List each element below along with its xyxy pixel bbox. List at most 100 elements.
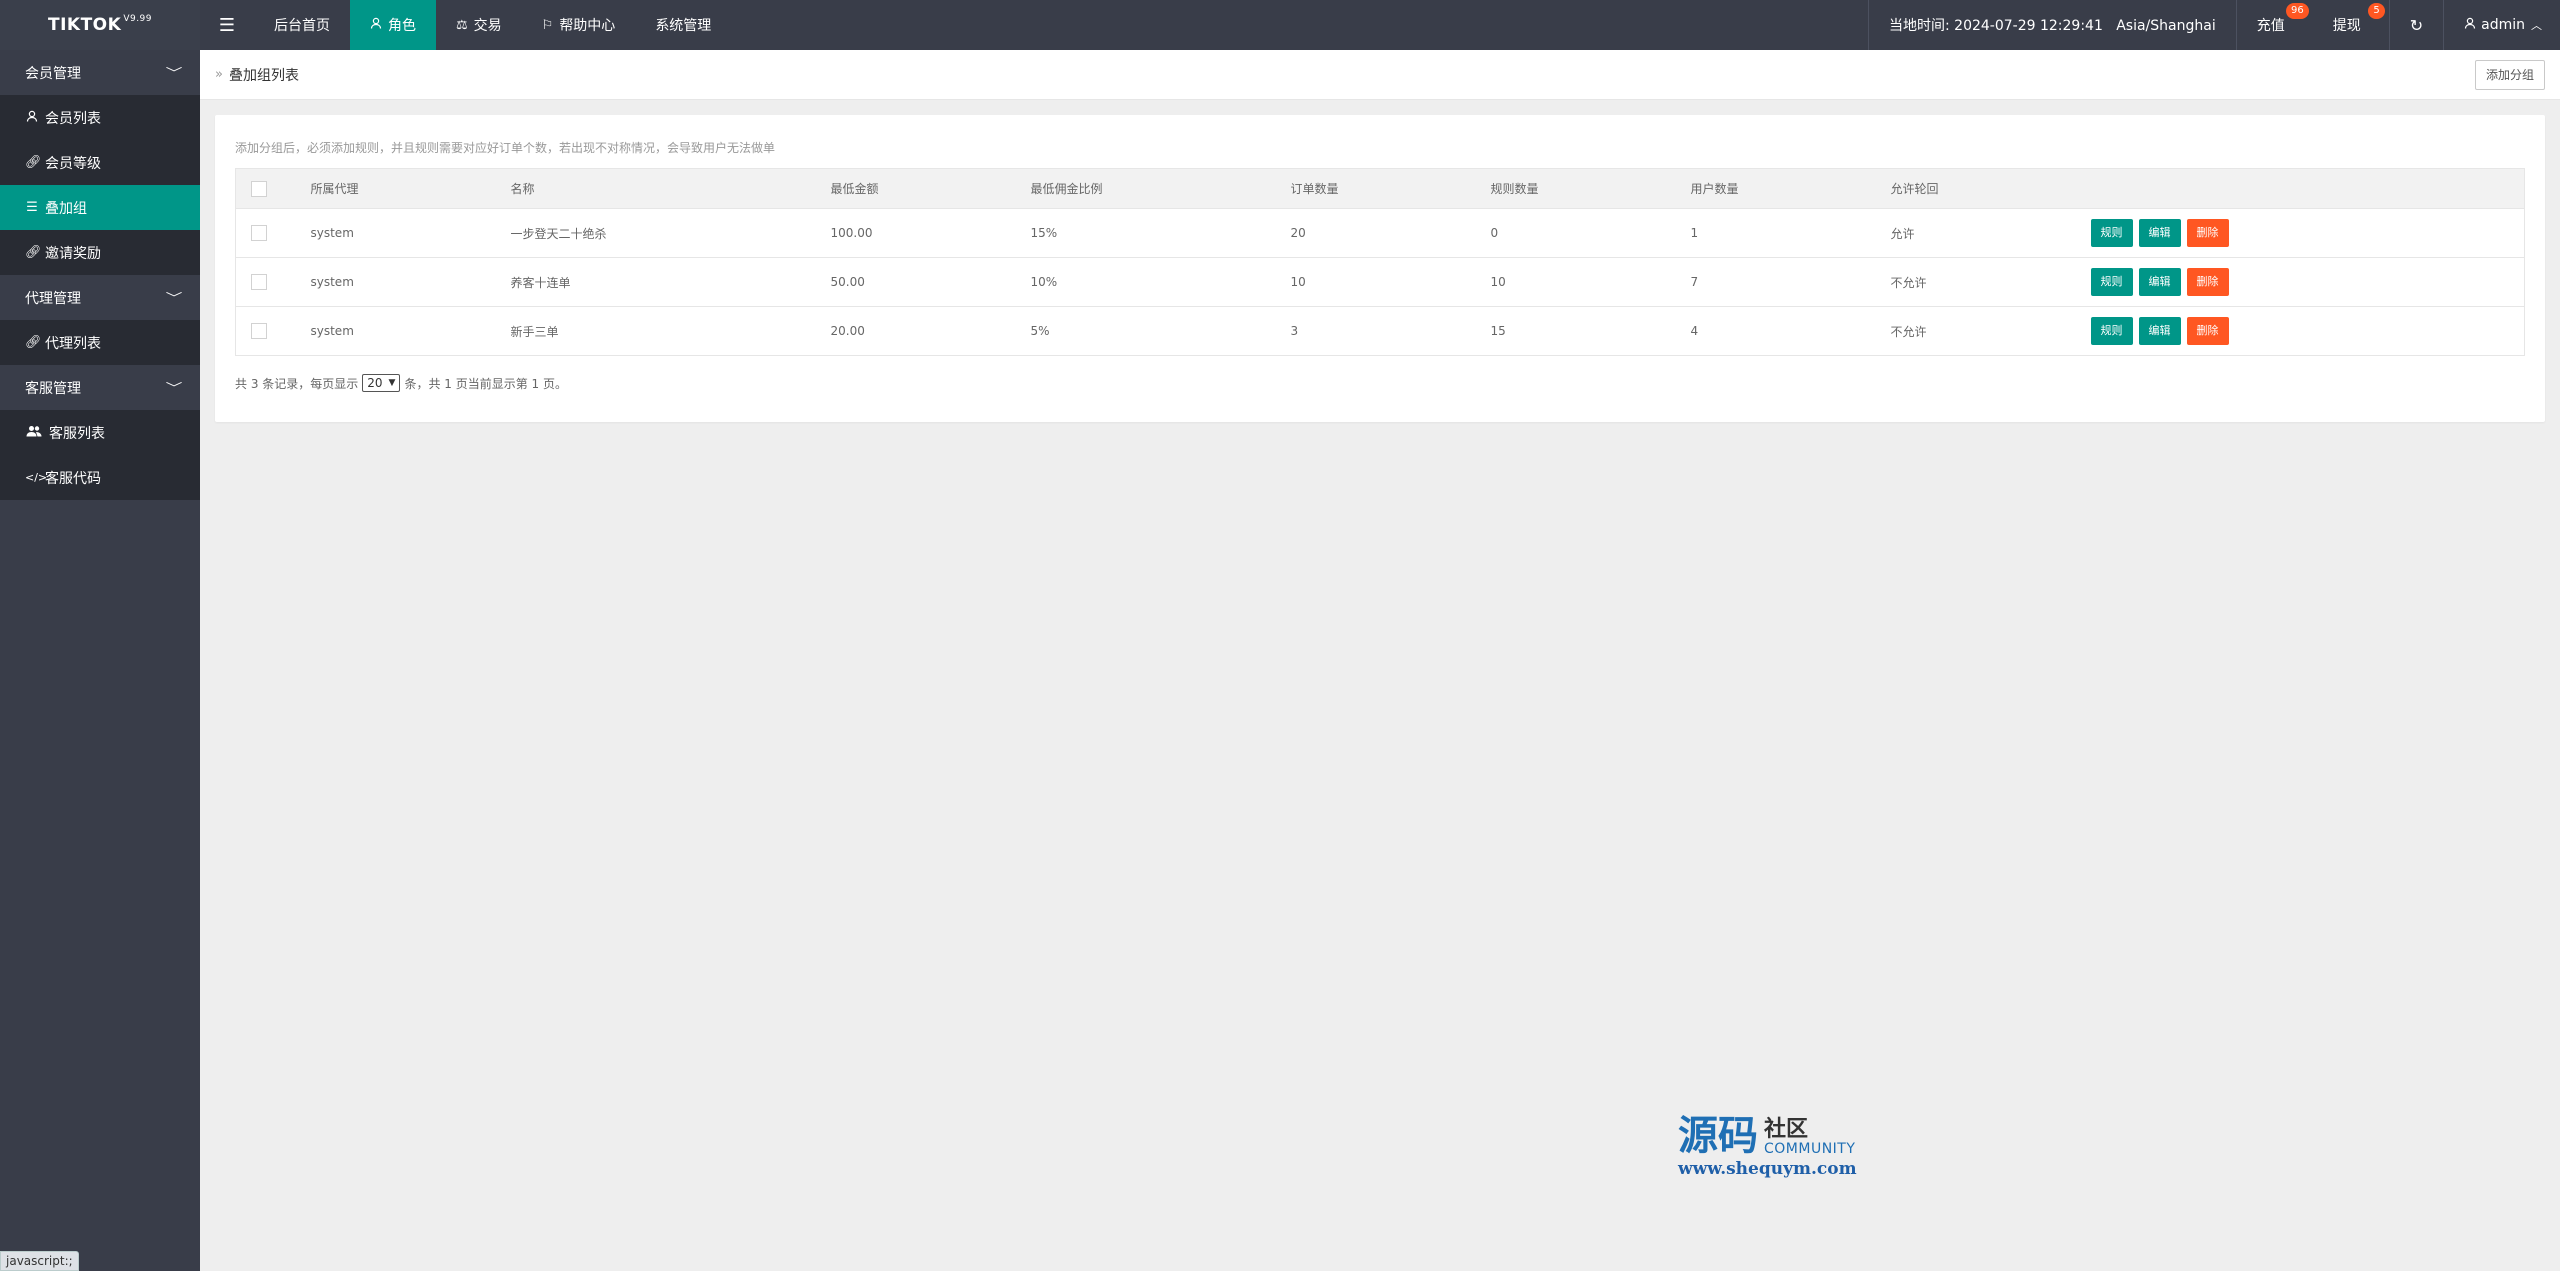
watermark-logo: 源码 社区 COMMUNITY www.shequym.com (1678, 1115, 1878, 1179)
list-icon: ☰ (26, 200, 38, 215)
pagination: 共 3 条记录，每页显示 20 ▼ 条，共 1 页当前显示第 1 页。 (235, 374, 2525, 392)
sidebar-group-member[interactable]: 会员管理 ﹀ (0, 50, 200, 95)
cell-user-count: 4 (1675, 306, 1876, 356)
rules-button[interactable]: 规则 (2090, 219, 2133, 247)
row-checkbox[interactable] (251, 323, 267, 339)
cell-rule-count: 10 (1475, 257, 1676, 307)
refresh-icon: ↻ (2409, 15, 2424, 35)
user-menu[interactable]: admin ︿ (2443, 0, 2560, 50)
cell-order-count: 3 (1275, 306, 1476, 356)
row-checkbox[interactable] (251, 274, 267, 290)
users-icon (25, 425, 43, 441)
app-logo[interactable]: TIKTOK V9.99 (0, 0, 200, 50)
col-order-count: 订单数量 (1275, 168, 1476, 209)
rules-button[interactable]: 规则 (2090, 268, 2133, 296)
watermark-small-text: 社区 (1764, 1117, 1809, 1142)
flag-icon: ⚐ (541, 17, 554, 33)
page-title: 叠加组列表 (228, 67, 299, 84)
cell-allow-loop: 允许 (1875, 208, 2076, 258)
edit-button[interactable]: 编辑 (2138, 268, 2181, 296)
breadcrumb: » 叠加组列表 添加分组 (200, 50, 2560, 100)
cell-name: 养客十连单 (495, 257, 816, 307)
delete-button[interactable]: 删除 (2186, 317, 2229, 345)
user-icon (25, 110, 39, 126)
edit-button[interactable]: 编辑 (2138, 317, 2181, 345)
sidebar-item-service-code[interactable]: </> 客服代码 (0, 455, 200, 500)
notice-text: 添加分组后，必须添加规则，并且规则需要对应好订单个数，若出现不对称情况，会导致用… (235, 141, 776, 155)
col-actions (2075, 168, 2525, 209)
cell-rule-count: 0 (1475, 208, 1676, 258)
chevron-down-icon: ﹀ (165, 291, 183, 305)
sidebar-item-service-list[interactable]: 客服列表 (0, 410, 200, 455)
chevron-down-icon: ﹀ (165, 66, 183, 80)
pager-prefix: 共 3 条记录，每页显示 (235, 376, 359, 391)
col-name: 名称 (495, 168, 816, 209)
nav-system[interactable]: 系统管理 (635, 0, 731, 50)
rules-button[interactable]: 规则 (2090, 317, 2133, 345)
withdraw-link[interactable]: 提现 5 (2313, 0, 2389, 50)
sidebar: 会员管理 ﹀ 会员列表 🔗︎ 会员等级 ☰ 叠加组 🔗︎ 邀请奖励 代理管理 ﹀ 🔗︎ 代理… (0, 50, 200, 1271)
add-group-button[interactable]: 添加分组 (2474, 59, 2545, 90)
user-icon (370, 17, 382, 33)
col-agent: 所属代理 (295, 168, 496, 209)
sidebar-group-agent[interactable]: 代理管理 ﹀ (0, 275, 200, 320)
link-icon: 🔗︎ (25, 335, 42, 350)
sidebar-item-member-level[interactable]: 🔗︎ 会员等级 (0, 140, 200, 185)
cell-min-commission: 10% (1015, 257, 1276, 307)
cell-min-amount: 50.00 (815, 257, 1016, 307)
recharge-link[interactable]: 充值 96 (2235, 0, 2313, 50)
cell-name: 一步登天二十绝杀 (495, 208, 816, 258)
col-rule-count: 规则数量 (1475, 168, 1676, 209)
cell-min-amount: 20.00 (815, 306, 1016, 356)
cell-agent: system (295, 306, 496, 356)
recharge-badge: 96 (2285, 3, 2309, 19)
pager-suffix: 条，共 1 页当前显示第 1 页。 (404, 376, 567, 391)
code-icon: </> (25, 471, 48, 484)
refresh-button[interactable]: ↻ (2388, 0, 2443, 50)
nav-role[interactable]: 角色 (350, 0, 436, 50)
delete-button[interactable]: 删除 (2186, 268, 2229, 296)
nav-home[interactable]: 后台首页 (254, 0, 350, 50)
main-content: » 叠加组列表 添加分组 添加分组后，必须添加规则，并且规则需要对应好订单个数，… (200, 50, 2560, 1271)
col-allow-loop: 允许轮回 (1875, 168, 2076, 209)
edit-button[interactable]: 编辑 (2138, 219, 2181, 247)
chevron-down-icon: ﹀ (165, 381, 183, 395)
col-min-amount: 最低金额 (815, 168, 1016, 209)
col-user-count: 用户数量 (1675, 168, 1876, 209)
group-table: 所属代理 名称 最低金额 最低佣金比例 订单数量 规则数量 用户数量 允许轮回 … (235, 168, 2525, 356)
menu-toggle-button[interactable]: ☰ (200, 0, 254, 50)
sidebar-item-overlay-group[interactable]: ☰ 叠加组 (0, 185, 200, 230)
row-select-cell (235, 257, 296, 307)
table-row: system 新手三单 20.00 5% 3 15 4 不允许 规则 编辑 删除 (235, 306, 2525, 356)
watermark-url: www.shequym.com (1678, 1159, 1857, 1179)
local-time: 当地时间: 2024-07-29 12:29:41 Asia/Shanghai (1868, 0, 2236, 50)
cell-actions: 规则 编辑 删除 (2075, 306, 2525, 356)
cell-actions: 规则 编辑 删除 (2075, 208, 2525, 258)
cell-allow-loop: 不允许 (1875, 306, 2076, 356)
sidebar-item-member-list[interactable]: 会员列表 (0, 95, 200, 140)
row-checkbox[interactable] (251, 225, 267, 241)
cell-rule-count: 15 (1475, 306, 1676, 356)
sidebar-group-service[interactable]: 客服管理 ﹀ (0, 365, 200, 410)
withdraw-badge: 5 (2368, 3, 2385, 19)
chevron-down-icon: ▼ (388, 378, 396, 388)
sidebar-item-agent-list[interactable]: 🔗︎ 代理列表 (0, 320, 200, 365)
row-select-cell (235, 208, 296, 258)
cell-min-amount: 100.00 (815, 208, 1016, 258)
link-icon: 🔗︎ (25, 155, 42, 170)
delete-button[interactable]: 删除 (2186, 219, 2229, 247)
select-all-checkbox[interactable] (251, 180, 267, 197)
double-chevron-right-icon: » (215, 67, 223, 82)
nav-trade[interactable]: ⚖ 交易 (436, 0, 522, 50)
cell-order-count: 20 (1275, 208, 1476, 258)
scale-icon: ⚖ (456, 17, 468, 33)
cell-agent: system (295, 208, 496, 258)
page-size-select[interactable]: 20 ▼ (362, 374, 401, 392)
select-all-cell (235, 168, 296, 209)
nav-help[interactable]: ⚐ 帮助中心 (522, 0, 636, 50)
watermark-big-text: 源码 (1678, 1113, 1758, 1159)
watermark-right: 社区 COMMUNITY (1764, 1117, 1855, 1158)
watermark-row: 源码 社区 COMMUNITY (1678, 1115, 1878, 1157)
cell-allow-loop: 不允许 (1875, 257, 2076, 307)
sidebar-item-invite-reward[interactable]: 🔗︎ 邀请奖励 (0, 230, 200, 275)
